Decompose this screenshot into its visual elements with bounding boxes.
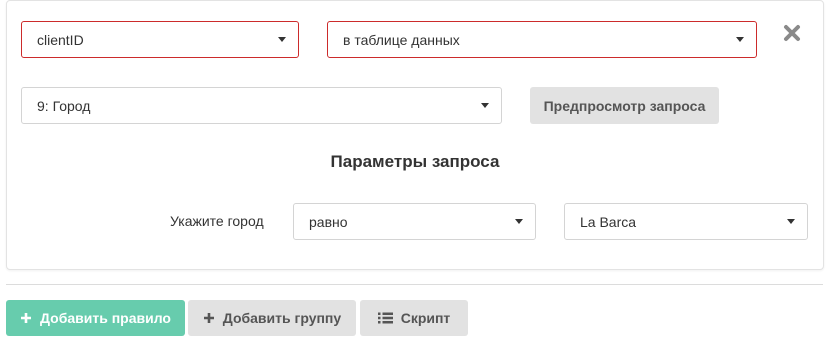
add-rule-label: Добавить правило <box>40 310 171 326</box>
source-select[interactable]: в таблице данных <box>327 21 757 58</box>
chevron-down-icon <box>736 36 744 42</box>
city-label: Укажите город <box>170 213 264 229</box>
operator-select[interactable]: равно <box>293 203 536 240</box>
chevron-down-icon <box>481 102 489 108</box>
column-select[interactable]: 9: Город <box>21 87 502 124</box>
add-rule-button[interactable]: Добавить правило <box>6 300 185 336</box>
source-select-value: в таблице данных <box>343 31 460 48</box>
chevron-down-icon <box>278 36 286 42</box>
add-group-button[interactable]: Добавить группу <box>188 300 356 336</box>
column-select-value: 9: Город <box>37 97 91 114</box>
chevron-down-icon <box>515 218 523 224</box>
divider <box>6 284 823 285</box>
add-group-label: Добавить группу <box>222 310 342 326</box>
plus-icon <box>21 313 32 323</box>
preview-query-button[interactable]: Предпросмотр запроса <box>530 87 719 124</box>
script-label: Скрипт <box>400 310 451 326</box>
close-icon <box>784 25 800 41</box>
field-select-value: clientID <box>37 31 84 48</box>
script-button[interactable]: Скрипт <box>360 300 468 336</box>
city-value-select[interactable]: La Barca <box>564 203 808 240</box>
operator-select-value: равно <box>309 213 348 230</box>
query-params-title: Параметры запроса <box>330 152 500 171</box>
field-select[interactable]: clientID <box>21 21 299 58</box>
chevron-down-icon <box>787 218 795 224</box>
preview-query-label: Предпросмотр запроса <box>543 97 706 114</box>
plus-icon <box>203 313 214 323</box>
remove-rule-button[interactable] <box>781 22 803 44</box>
city-value-select-value: La Barca <box>580 213 637 230</box>
list-icon <box>377 312 393 324</box>
